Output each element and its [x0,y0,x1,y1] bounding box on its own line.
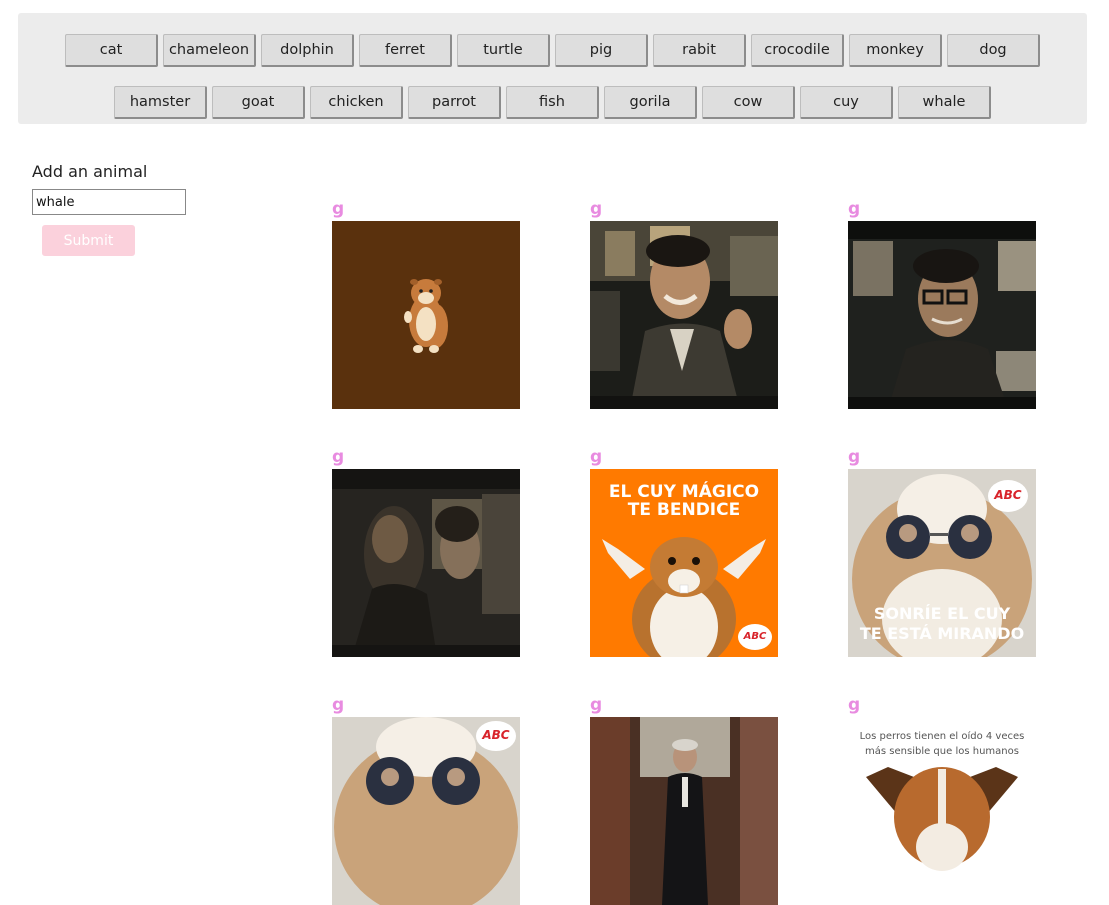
gif-image-dancing-hamster[interactable] [332,221,520,409]
gif-image-man-suit[interactable] [590,717,778,905]
animal-button-hamster[interactable]: hamster [114,86,207,119]
gif-image-man-glasses[interactable] [848,221,1036,409]
animal-button-parrot[interactable]: parrot [408,86,501,119]
animal-button-goat[interactable]: goat [212,86,305,119]
animal-button-dog[interactable]: dog [947,34,1040,67]
gif-rating: g [332,447,345,467]
gif-caption-line1: SONRÍE EL CUY [874,604,1011,623]
gif-image-dog-fact[interactable]: Los perros tienen el oído 4 veces más se… [848,717,1036,905]
gif-card: g [590,199,778,409]
gif-card: g [848,199,1036,409]
animal-button-gorila[interactable]: gorila [604,86,697,119]
gif-image-cuy-magico[interactable]: EL CUY MÁGICO TE BENDICE ABC [590,469,778,657]
animal-button-pig[interactable]: pig [555,34,648,67]
abc-logo: ABC [481,728,509,742]
gif-card: g Los perros tienen el oído 4 veces más … [848,695,1036,905]
gif-caption-line1: EL CUY MÁGICO [609,480,759,502]
gif-card: g [590,695,778,905]
animal-button-whale[interactable]: whale [898,86,991,119]
gif-image-cuy-glasses[interactable]: ABC [332,717,520,905]
animal-button-monkey[interactable]: monkey [849,34,942,67]
gif-rating: g [848,695,861,715]
animal-button-bar: cat chameleon dolphin ferret turtle pig … [18,13,1087,124]
gif-card: g ABC SONRÍE EL CUY TE ESTÁ MIRANDO [848,447,1036,657]
gif-rating: g [590,199,603,219]
gif-rating: g [848,447,861,467]
add-animal-heading: Add an animal [32,162,148,181]
animal-button-turtle[interactable]: turtle [457,34,550,67]
gif-rating: g [590,447,603,467]
animal-button-rabit[interactable]: rabit [653,34,746,67]
gif-rating: g [332,199,345,219]
animal-button-ferret[interactable]: ferret [359,34,452,67]
animal-button-dolphin[interactable]: dolphin [261,34,354,67]
gif-image-movie-scene[interactable] [332,469,520,657]
gif-card: g EL CUY MÁGICO TE BENDICE ABC [590,447,778,657]
gif-caption-line2: TE BENDICE [628,500,740,520]
abc-logo: ABC [743,631,767,642]
animal-button-row: hamster goat chicken parrot fish gorila … [18,86,1087,119]
animal-input[interactable] [32,189,186,215]
abc-logo: ABC [993,488,1021,502]
animal-button-row: cat chameleon dolphin ferret turtle pig … [18,34,1087,67]
gif-caption-line2: TE ESTÁ MIRANDO [860,624,1024,643]
gif-image-smiling-man[interactable] [590,221,778,409]
animal-button-fish[interactable]: fish [506,86,599,119]
gif-image-cuy-mirando[interactable]: ABC SONRÍE EL CUY TE ESTÁ MIRANDO [848,469,1036,657]
animal-button-cat[interactable]: cat [65,34,158,67]
gif-caption-line2: más sensible que los humanos [865,745,1019,757]
gif-rating: g [848,199,861,219]
gif-card: g [332,199,520,409]
gif-rating: g [332,695,345,715]
animal-button-chameleon[interactable]: chameleon [163,34,256,67]
gif-card: g ABC [332,695,520,905]
animal-button-cow[interactable]: cow [702,86,795,119]
gif-rating: g [590,695,603,715]
gif-card: g [332,447,520,657]
animal-button-cuy[interactable]: cuy [800,86,893,119]
submit-button[interactable]: Submit [42,225,135,256]
gif-caption-line1: Los perros tienen el oído 4 veces [860,730,1025,742]
animal-button-chicken[interactable]: chicken [310,86,403,119]
animal-button-crocodile[interactable]: crocodile [751,34,844,67]
